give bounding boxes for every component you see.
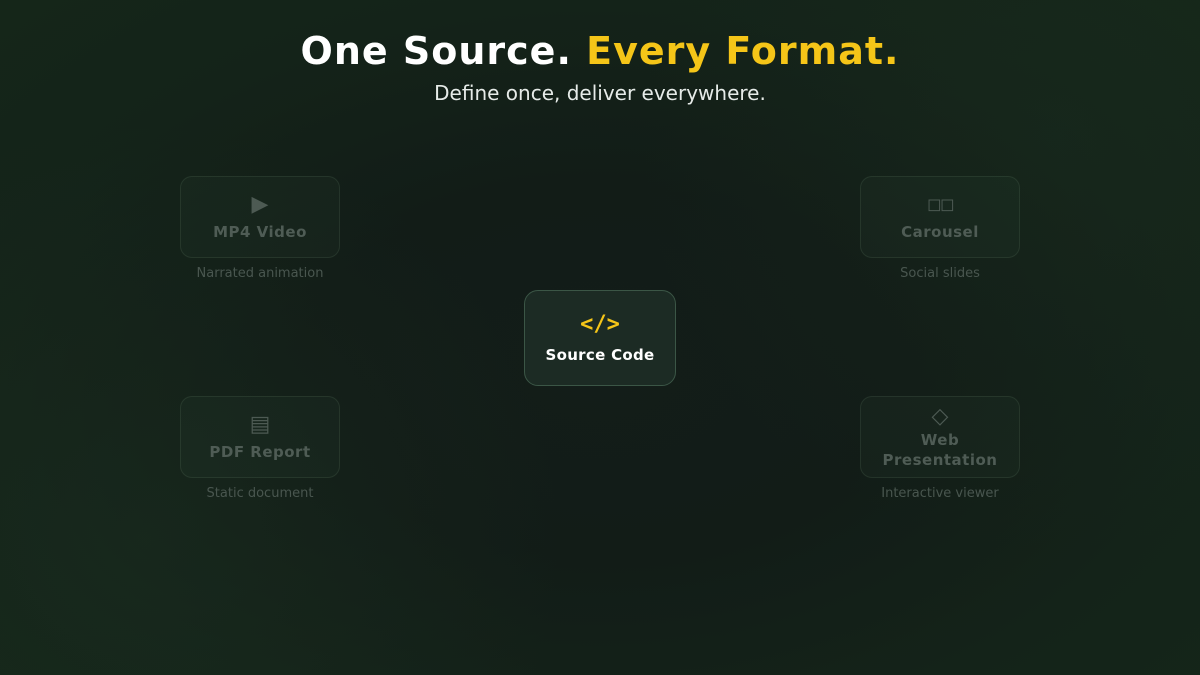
document-icon: ▤: [249, 412, 271, 437]
output-node-pdf-report: ▤ PDF Report: [180, 396, 340, 478]
header: One Source. Every Format. Define once, d…: [0, 28, 1200, 106]
output-node-web-presentation: ◇ Web Presentation: [860, 396, 1020, 478]
output-label: PDF Report: [209, 443, 311, 461]
output-label: Web Presentation: [882, 431, 998, 469]
source-code-node: </> Source Code: [524, 290, 676, 386]
title-part-two: Every Format.: [586, 29, 900, 73]
output-label: MP4 Video: [213, 223, 307, 241]
source-code-label: Source Code: [545, 346, 655, 364]
output-caption: Static document: [206, 486, 314, 501]
page-subtitle: Define once, deliver everywhere.: [434, 81, 766, 105]
output-caption: Social slides: [900, 266, 980, 281]
code-icon: </>: [580, 312, 620, 337]
page-title: One Source. Every Format.: [0, 28, 1200, 74]
output-caption: Interactive viewer: [881, 486, 999, 501]
output-node-mp4-video: ▶ MP4 Video: [180, 176, 340, 258]
play-icon: ▶: [251, 192, 269, 217]
output-label: Carousel: [901, 223, 979, 241]
output-node-carousel: ◻◻ Carousel: [860, 176, 1020, 258]
title-part-one: One Source.: [300, 29, 572, 73]
slides-icon: ◻◻: [927, 194, 955, 215]
diamond-icon: ◇: [931, 404, 949, 429]
output-caption: Narrated animation: [196, 266, 324, 281]
